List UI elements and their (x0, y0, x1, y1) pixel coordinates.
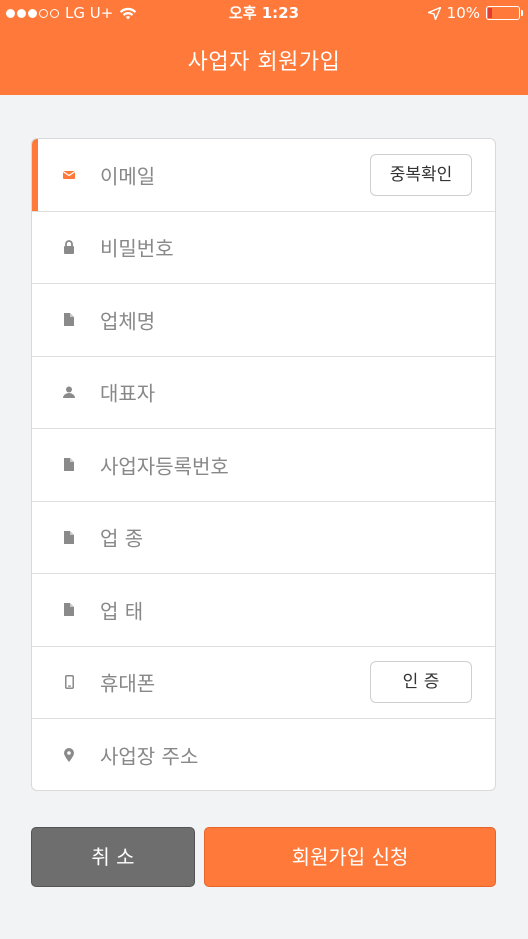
battery-icon (486, 6, 523, 20)
document-icon (63, 530, 75, 544)
verify-button[interactable]: 인 증 (370, 661, 472, 704)
location-pin-icon (63, 748, 75, 763)
password-field[interactable]: 비밀번호 (32, 212, 495, 284)
status-bar: LG U+ 오후 1:23 10% (0, 0, 528, 26)
business-address-field[interactable]: 사업장 주소 (32, 719, 495, 790)
email-placeholder: 이메일 (100, 164, 156, 189)
representative-field[interactable]: 대표자 (32, 357, 495, 429)
company-name-field[interactable]: 업체명 (32, 284, 495, 357)
location-arrow-icon (427, 6, 441, 20)
signup-form: 이메일 중복확인 비밀번호 업체명 대표자 사업자등록번호 업 종 업 태 휴대… (31, 138, 496, 791)
company-name-placeholder: 업체명 (100, 309, 156, 334)
envelope-icon (63, 168, 75, 182)
header-bar: LG U+ 오후 1:23 10% 사업자 회원가입 (0, 0, 528, 95)
signup-submit-button[interactable]: 회원가입 신청 (204, 827, 496, 887)
mobile-phone-placeholder: 휴대폰 (100, 671, 156, 696)
lock-icon (63, 240, 75, 255)
representative-placeholder: 대표자 (100, 381, 156, 406)
business-type-placeholder: 업 종 (100, 526, 144, 551)
cancel-button[interactable]: 취 소 (31, 827, 195, 887)
battery-percentage: 10% (446, 4, 480, 22)
business-type-field[interactable]: 업 종 (32, 502, 495, 574)
page-title: 사업자 회원가입 (187, 50, 341, 75)
business-category-placeholder: 업 태 (100, 599, 144, 624)
password-placeholder: 비밀번호 (100, 236, 174, 261)
mobile-phone-field[interactable]: 휴대폰 인 증 (32, 647, 495, 719)
document-icon (63, 603, 75, 617)
phone-icon (63, 675, 75, 690)
person-icon (63, 385, 75, 399)
duplicate-check-button[interactable]: 중복확인 (370, 153, 472, 196)
business-registration-number-placeholder: 사업자등록번호 (100, 454, 229, 479)
form-actions: 취 소 회원가입 신청 (31, 827, 496, 887)
business-registration-number-field[interactable]: 사업자등록번호 (32, 429, 495, 502)
document-icon (63, 313, 75, 327)
document-icon (63, 458, 75, 472)
email-field[interactable]: 이메일 중복확인 (32, 139, 495, 212)
business-category-field[interactable]: 업 태 (32, 574, 495, 647)
business-address-placeholder: 사업장 주소 (100, 744, 199, 769)
